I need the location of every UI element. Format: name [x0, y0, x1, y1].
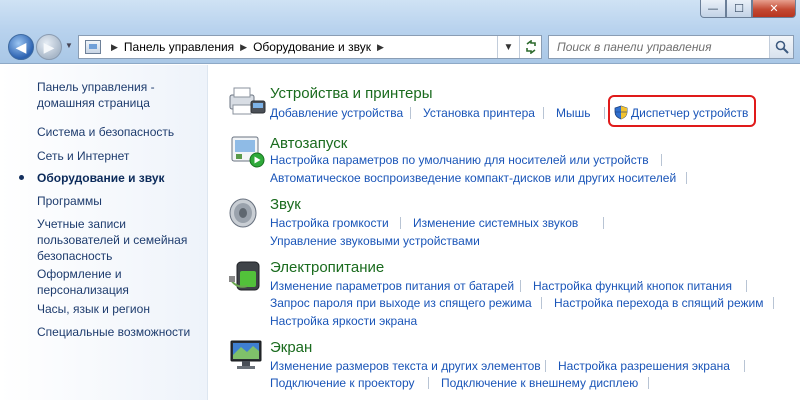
category-title-devices[interactable]: Устройства и принтеры: [270, 85, 432, 102]
printer-icon[interactable]: [227, 83, 267, 119]
link-volume[interactable]: Настройка громкости: [270, 216, 389, 230]
link-manage-audio-devices[interactable]: Управление звуковыми устройствами: [270, 234, 480, 248]
chevron-right-icon[interactable]: ▶: [377, 42, 384, 53]
minimize-button[interactable]: —: [700, 0, 726, 18]
link-separator: [543, 107, 544, 119]
breadcrumb-control-panel[interactable]: Панель управления: [124, 40, 234, 54]
window-controls: — ☐ ✕: [700, 0, 796, 18]
link-separator: [746, 280, 747, 292]
link-external-display[interactable]: Подключение к внешнему дисплею: [441, 376, 638, 390]
link-separator: [428, 377, 429, 389]
link-battery-settings[interactable]: Изменение параметров питания от батарей: [270, 279, 514, 293]
link-separator: [744, 360, 745, 372]
sidebar-item-network[interactable]: Сеть и Интернет: [37, 148, 129, 164]
search-input[interactable]: [549, 36, 769, 58]
link-screen-resolution[interactable]: Настройка разрешения экрана: [558, 359, 730, 373]
maximize-button[interactable]: ☐: [726, 0, 752, 18]
history-dropdown-icon[interactable]: ▼: [65, 41, 73, 50]
sidebar-item-home[interactable]: Панель управления -: [37, 79, 155, 95]
link-add-device[interactable]: Добавление устройства: [270, 106, 403, 120]
sidebar-item-hardware-sound[interactable]: Оборудование и звук: [37, 170, 165, 186]
sidebar-item-appearance-line2[interactable]: персонализация: [37, 282, 129, 298]
sidebar: Панель управления - домашняя страница Си…: [0, 65, 208, 400]
sidebar-item-clock-language[interactable]: Часы, язык и регион: [37, 301, 150, 317]
sidebar-item-programs[interactable]: Программы: [37, 193, 102, 209]
link-separator: [545, 360, 546, 372]
close-icon: ✕: [769, 2, 779, 15]
link-separator: [520, 280, 521, 292]
control-panel-icon: [85, 40, 101, 54]
link-separator: [648, 377, 649, 389]
forward-button[interactable]: ▶: [36, 34, 62, 60]
chevron-right-icon[interactable]: ▶: [240, 42, 247, 53]
link-separator: [410, 107, 411, 119]
active-bullet-icon: [19, 175, 24, 180]
address-dropdown-icon[interactable]: ▼: [497, 36, 519, 58]
sidebar-item-home-line2[interactable]: домашняя страница: [37, 95, 150, 111]
sidebar-item-user-accounts[interactable]: Учетные записи: [37, 216, 126, 232]
maximize-icon: ☐: [734, 2, 744, 15]
link-wakeup-password[interactable]: Запрос пароля при выходе из спящего режи…: [270, 296, 532, 310]
sidebar-item-user-accounts-line3[interactable]: безопасность: [37, 248, 112, 264]
search-icon[interactable]: [769, 36, 793, 58]
link-separator: [686, 172, 687, 184]
link-power-buttons[interactable]: Настройка функций кнопок питания: [533, 279, 732, 293]
device-manager-highlight: [608, 95, 756, 127]
category-title-display[interactable]: Экран: [270, 339, 312, 356]
refresh-icon[interactable]: [519, 36, 541, 58]
address-bar[interactable]: ▶ Панель управления ▶ Оборудование и зву…: [78, 35, 542, 59]
link-separator: [603, 217, 604, 229]
link-system-sounds[interactable]: Изменение системных звуков: [413, 216, 578, 230]
link-screen-brightness[interactable]: Настройка яркости экрана: [270, 314, 417, 328]
close-button[interactable]: ✕: [752, 0, 796, 18]
sidebar-item-system-security[interactable]: Система и безопасность: [37, 124, 174, 140]
sidebar-item-user-accounts-line2[interactable]: пользователей и семейная: [37, 232, 187, 248]
arrow-right-icon: ▶: [43, 38, 55, 55]
link-autoplay-cds[interactable]: Автоматическое воспроизведение компакт-д…: [270, 171, 676, 185]
sidebar-item-appearance[interactable]: Оформление и: [37, 266, 122, 282]
link-autoplay-defaults[interactable]: Настройка параметров по умолчанию для но…: [270, 153, 649, 167]
link-add-printer[interactable]: Установка принтера: [423, 106, 535, 120]
minimize-icon: —: [707, 2, 719, 15]
chevron-right-icon[interactable]: ▶: [111, 42, 118, 53]
back-button[interactable]: ◀: [8, 34, 34, 60]
arrow-left-icon: ◀: [15, 38, 27, 55]
link-separator: [400, 217, 401, 229]
link-mouse[interactable]: Мышь: [556, 106, 591, 120]
search-box[interactable]: [548, 35, 794, 59]
battery-icon[interactable]: [227, 258, 267, 294]
monitor-icon[interactable]: [227, 337, 267, 373]
link-sleep-settings[interactable]: Настройка перехода в спящий режим: [554, 296, 763, 310]
link-separator: [773, 297, 774, 309]
window-chrome: — ☐ ✕ ◀ ▶ ▼ ▶ Панель управления ▶ Оборуд…: [0, 0, 800, 64]
speaker-icon[interactable]: [227, 195, 267, 231]
autoplay-icon[interactable]: [227, 133, 267, 169]
link-text-size[interactable]: Изменение размеров текста и других элеме…: [270, 359, 541, 373]
link-separator: [604, 107, 605, 119]
breadcrumb-hardware-sound[interactable]: Оборудование и звук: [253, 40, 371, 54]
category-title-sound[interactable]: Звук: [270, 196, 301, 213]
link-connect-projector[interactable]: Подключение к проектору: [270, 376, 415, 390]
link-separator: [541, 297, 542, 309]
category-title-autoplay[interactable]: Автозапуск: [270, 135, 347, 152]
main-content: Устройства и принтеры Добавление устройс…: [209, 65, 800, 400]
link-separator: [661, 154, 662, 166]
category-title-power[interactable]: Электропитание: [270, 259, 384, 276]
sidebar-item-accessibility[interactable]: Специальные возможности: [37, 324, 190, 340]
